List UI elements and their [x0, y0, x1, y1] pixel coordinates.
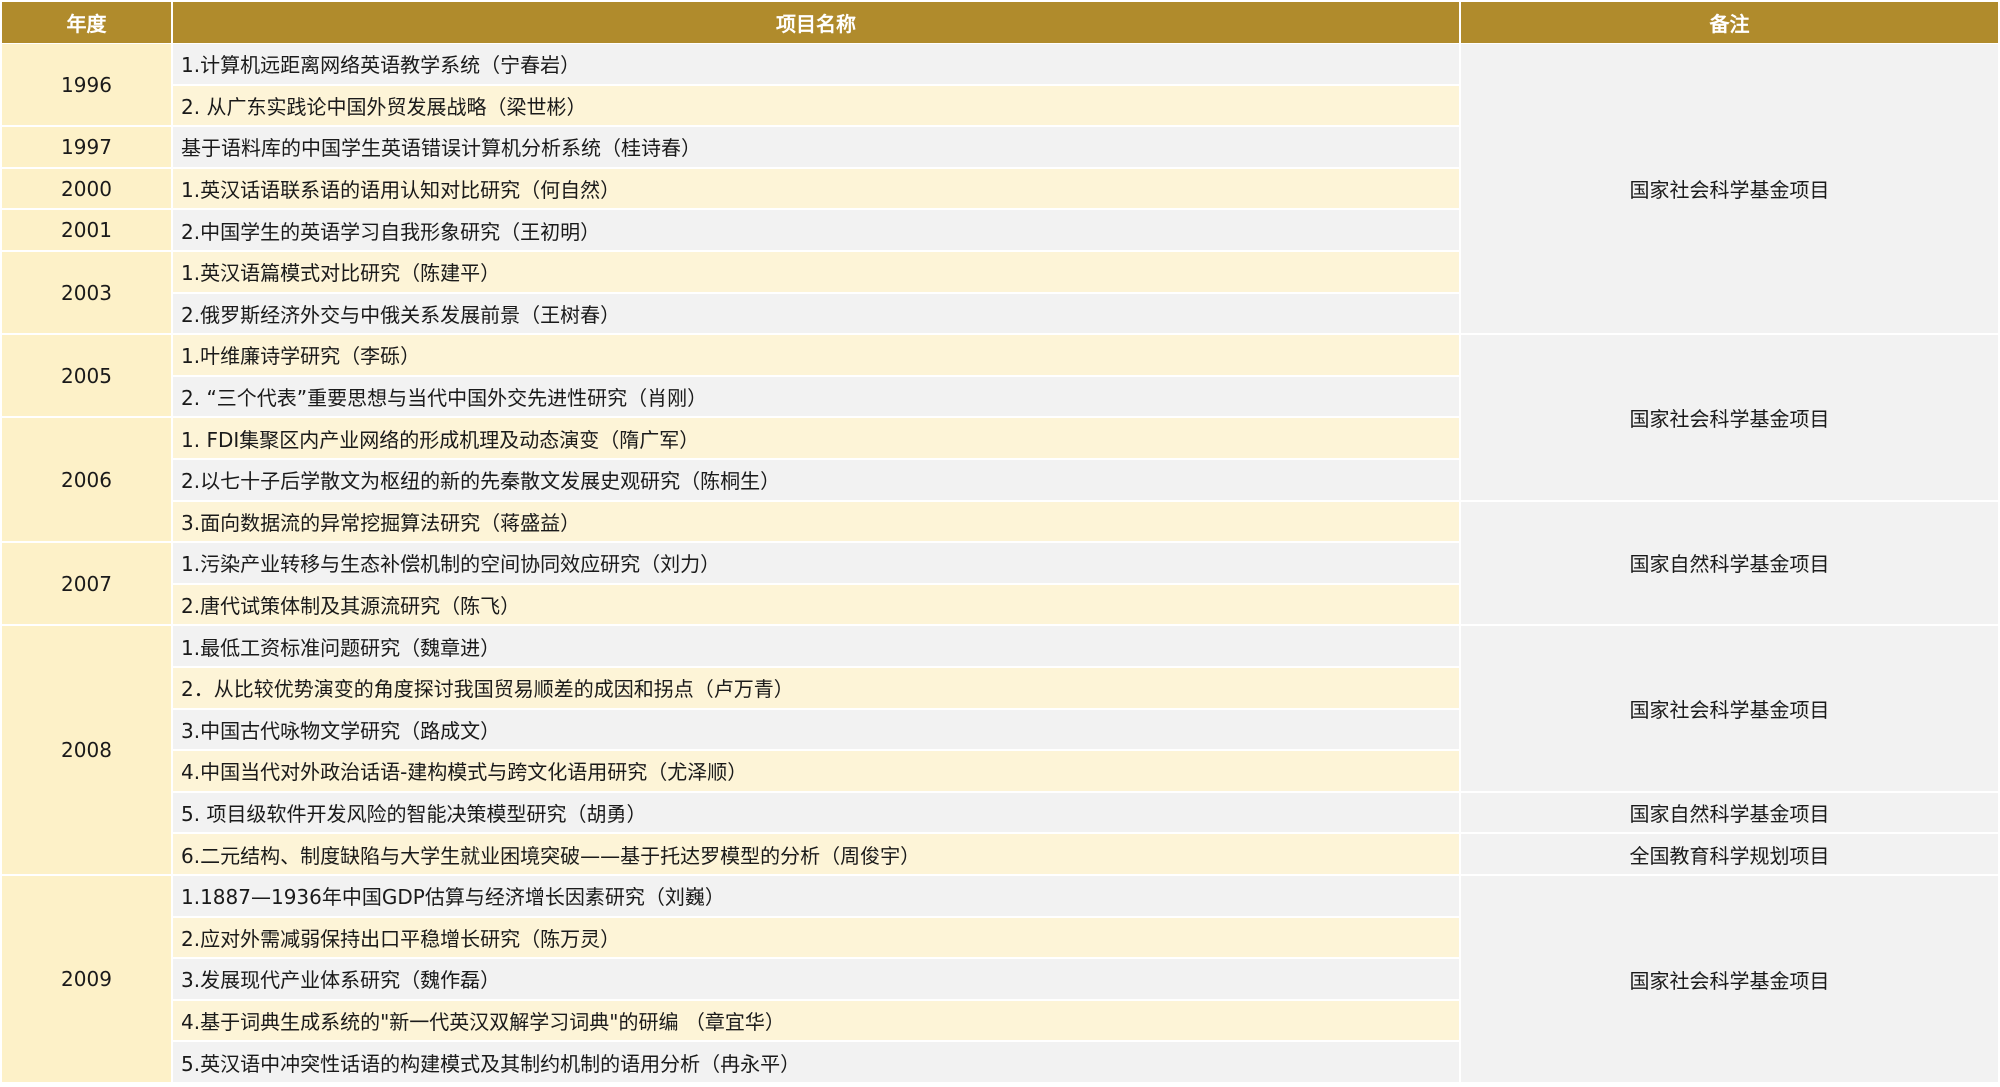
project-cell: 3.中国古代咏物文学研究（路成文） [173, 709, 1459, 750]
project-cell: 1.污染产业转移与生态补偿机制的空间协同效应研究（刘力） [173, 543, 1459, 583]
project-cell: 2.以七十子后学散文为枢纽的新的先秦散文发展史观研究（陈桐生） [173, 460, 1459, 500]
project-cell: 基于语料库的中国学生英语错误计算机分析系统（桂诗春） [173, 127, 1459, 167]
header-note: 备注 [1461, 2, 1998, 43]
project-cell: 3.发展现代产业体系研究（魏作磊） [173, 959, 1459, 999]
year-cell: 2000 [2, 168, 171, 209]
project-cell: 2.应对外需减弱保持出口平稳增长研究（陈万灵） [173, 917, 1459, 958]
note-cell: 国家社会科学基金项目 [1461, 335, 1998, 500]
note-cell: 国家自然科学基金项目 [1461, 501, 1998, 625]
project-cell: 1.计算机远距离网络英语教学系统（宁春岩） [173, 44, 1459, 84]
year-cell: 2007 [2, 543, 171, 625]
note-cell: 国家社会科学基金项目 [1461, 876, 1998, 1082]
year-cell: 2008 [2, 626, 171, 874]
year-cell: 2006 [2, 418, 171, 542]
header-year: 年度 [2, 2, 171, 43]
project-cell: 5. 项目级软件开发风险的智能决策模型研究（胡勇） [173, 792, 1459, 833]
project-cell: 2.俄罗斯经济外交与中俄关系发展前景（王树春） [173, 293, 1459, 334]
project-cell: 1.英汉语篇模式对比研究（陈建平） [173, 252, 1459, 292]
year-cell: 2009 [2, 876, 171, 1082]
project-cell: 2．从比较优势演变的角度探讨我国贸易顺差的成因和拐点（卢万青） [173, 668, 1459, 708]
year-cell: 1996 [2, 44, 171, 126]
project-table: 年度 项目名称 备注 1.计算机远距离网络英语教学系统（宁春岩） 2. 从广东实践… [0, 0, 2000, 1087]
project-cell: 2. “三个代表”重要思想与当代中国外交先进性研究（肖刚） [173, 376, 1459, 417]
project-cell: 1.最低工资标准问题研究（魏章进） [173, 626, 1459, 666]
project-cell: 6.二元结构、制度缺陷与大学生就业困境突破——基于托达罗模型的分析（周俊宇） [173, 834, 1459, 874]
project-cell: 4.基于词典生成系统的"新一代英汉双解学习词典"的研编 （章宜华） [173, 1000, 1459, 1041]
note-cell: 全国教育科学规划项目 [1461, 834, 1998, 874]
project-cell: 2.中国学生的英语学习自我形象研究（王初明） [173, 210, 1459, 250]
project-cell: 5.英汉语中冲突性话语的构建模式及其制约机制的语用分析（冉永平） [173, 1042, 1459, 1082]
project-cell: 1.1887—1936年中国GDP估算与经济增长因素研究（刘巍） [173, 876, 1459, 916]
note-cell: 国家自然科学基金项目 [1461, 792, 1998, 833]
project-cell: 2. 从广东实践论中国外贸发展战略（梁世彬） [173, 85, 1459, 126]
note-cell: 国家社会科学基金项目 [1461, 44, 1998, 334]
project-cell: 1.英汉话语联系语的语用认知对比研究（何自然） [173, 168, 1459, 209]
project-cell: 4.中国当代对外政治话语-建构模式与跨文化语用研究（尤泽顺） [173, 751, 1459, 791]
year-cell: 2005 [2, 335, 171, 417]
note-cell: 国家社会科学基金项目 [1461, 626, 1998, 791]
year-cell: 2003 [2, 252, 171, 334]
project-cell: 1.叶维廉诗学研究（李砾） [173, 335, 1459, 375]
year-cell: 2001 [2, 210, 171, 250]
header-project: 项目名称 [173, 2, 1459, 43]
project-cell: 1. FDI集聚区内产业网络的形成机理及动态演变（隋广军） [173, 418, 1459, 458]
project-cell: 3.面向数据流的异常挖掘算法研究（蒋盛益） [173, 501, 1459, 542]
project-cell: 2.唐代试策体制及其源流研究（陈飞） [173, 584, 1459, 625]
year-cell: 1997 [2, 127, 171, 167]
